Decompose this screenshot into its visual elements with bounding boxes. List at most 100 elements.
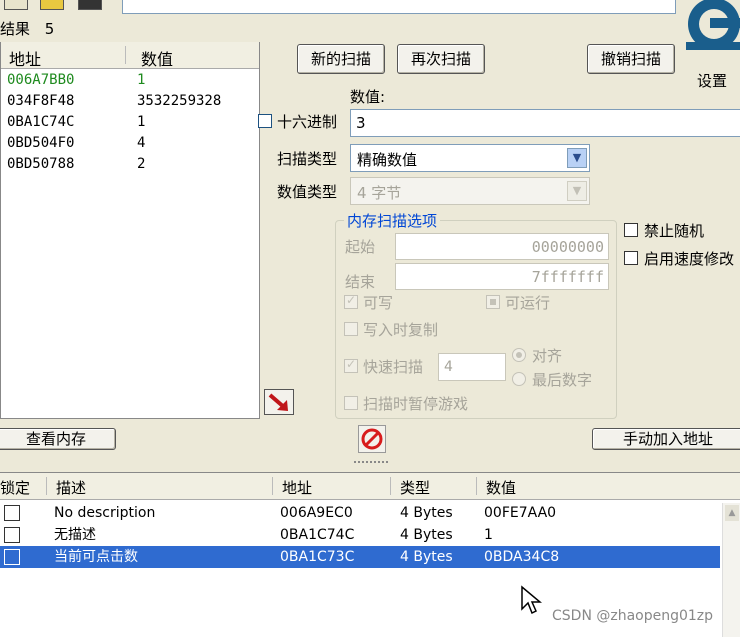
row-address: 006A9EC0 [280, 505, 353, 521]
value-type-value: 4 字节 [357, 184, 402, 202]
add-address-manually-button[interactable]: 手动加入地址 [592, 428, 740, 450]
freeze-checkbox[interactable] [4, 549, 20, 565]
watermark: CSDN @zhaopeng01zp [552, 608, 714, 624]
speedhack-checkbox[interactable] [624, 251, 638, 265]
header-description[interactable]: 描述 [56, 477, 86, 498]
pause-game-checkbox[interactable] [344, 396, 358, 410]
table-row-selected[interactable]: 当前可点击数 0BA1C73C 4 Bytes 0BDA34C8 [0, 546, 720, 568]
fast-scan-checkbox[interactable]: ✓ [344, 357, 358, 373]
table-row[interactable]: 无描述 0BA1C74C 4 Bytes 1 [0, 524, 720, 546]
row-value: 1 [484, 527, 493, 543]
results-list[interactable]: 地址 数值 006A7BB0 1 034F8F48 3532259328 0BA… [0, 42, 260, 419]
chevron-down-icon[interactable]: ▼ [567, 148, 587, 168]
settings-label[interactable]: 设置 [697, 70, 727, 91]
stop-address-value: 7fffffff [531, 268, 604, 286]
executable-label: 可运行 [505, 294, 551, 312]
last-digits-label: 最后数字 [532, 371, 593, 389]
fast-scan-label: 快速扫描 [363, 358, 424, 376]
pause-game-label: 扫描时暂停游戏 [363, 395, 469, 413]
writable-checkbox[interactable]: ✓ [344, 293, 358, 309]
splitter-handle[interactable] [354, 461, 388, 467]
value-type-label: 数值类型 [277, 183, 338, 201]
result-value: 3532259328 [137, 93, 222, 109]
row-type: 4 Bytes [400, 505, 453, 521]
stop-icon[interactable] [358, 425, 386, 453]
last-digits-radio[interactable] [512, 372, 526, 386]
process-name-field[interactable] [122, 0, 676, 14]
result-address: 0BD504F0 [7, 135, 75, 151]
row-type: 4 Bytes [400, 549, 453, 565]
row-description: No description [54, 505, 156, 521]
scan-type-select[interactable]: 精确数值 ▼ [350, 144, 590, 172]
header-address[interactable]: 地址 [282, 477, 312, 498]
memory-scan-options-title: 内存扫描选项 [344, 210, 441, 231]
row-description: 无描述 [54, 527, 96, 543]
hex-checkbox[interactable] [258, 114, 272, 128]
speedhack-label: 启用速度修改 [644, 250, 735, 268]
row-value: 00FE7AA0 [484, 505, 557, 521]
fast-scan-alignment-value: 4 [444, 359, 453, 375]
stop-label: 结束 [345, 273, 376, 291]
view-memory-button[interactable]: 查看内存 [0, 428, 116, 450]
mouse-cursor-icon [521, 585, 542, 615]
freeze-checkbox[interactable] [4, 505, 20, 521]
header-type[interactable]: 类型 [400, 477, 430, 498]
table-row[interactable]: No description 006A9EC0 4 Bytes 00FE7AA0 [0, 502, 720, 524]
value-label: 数值: [350, 88, 386, 106]
toolbar-icon-1[interactable] [4, 0, 28, 10]
stop-address-input[interactable]: 7fffffff [395, 263, 609, 290]
header-value[interactable]: 数值 [486, 477, 516, 498]
row-type: 4 Bytes [400, 527, 453, 543]
result-value: 2 [137, 156, 146, 172]
result-address: 006A7BB0 [7, 72, 75, 88]
header-freeze[interactable]: 锁定 [0, 477, 30, 498]
results-count-value: 5 [44, 20, 55, 38]
executable-checkbox[interactable] [486, 295, 500, 309]
result-address: 0BA1C74C [7, 114, 75, 130]
arrow-down-right-icon [268, 393, 288, 411]
result-value: 1 [137, 114, 146, 130]
row-description: 当前可点击数 [54, 549, 138, 565]
results-count: 结果 5 [0, 18, 54, 39]
scroll-up-icon[interactable]: ▲ [725, 505, 739, 521]
next-scan-button[interactable]: 再次扫描 [397, 44, 485, 74]
writable-label: 可写 [363, 294, 394, 312]
results-label: 结果 [0, 20, 31, 38]
results-header-address[interactable]: 地址 [9, 46, 41, 70]
value-type-select[interactable]: 4 字节 ▼ [350, 177, 590, 205]
toolbar-icon-2[interactable] [40, 0, 64, 10]
result-value: 1 [137, 72, 146, 88]
start-address-value: 00000000 [531, 238, 604, 256]
value-input-text: 3 [356, 114, 366, 132]
fast-scan-alignment-input[interactable]: 4 [438, 353, 506, 381]
result-value: 4 [137, 135, 146, 151]
toolbar-icon-3[interactable] [78, 0, 102, 10]
row-address: 0BA1C74C [280, 527, 355, 543]
copy-on-write-checkbox[interactable] [344, 322, 358, 336]
result-address: 034F8F48 [7, 93, 75, 109]
row-address: 0BA1C73C [280, 549, 355, 565]
new-scan-button[interactable]: 新的扫描 [297, 44, 385, 74]
results-list-header: 地址 数值 [1, 42, 259, 69]
start-label: 起始 [345, 238, 376, 256]
start-address-input[interactable]: 00000000 [395, 233, 609, 260]
scan-type-label: 扫描类型 [277, 150, 338, 168]
freeze-checkbox[interactable] [4, 527, 20, 543]
result-address: 0BD50788 [7, 156, 75, 172]
value-input[interactable]: 3 [350, 109, 740, 137]
results-header-value[interactable]: 数值 [141, 46, 173, 70]
chevron-down-icon[interactable]: ▼ [567, 181, 587, 201]
row-value: 0BDA34C8 [484, 549, 560, 565]
scan-type-value: 精确数值 [357, 151, 418, 169]
align-label: 对齐 [532, 347, 563, 365]
no-random-label: 禁止随机 [644, 222, 705, 240]
cheat-engine-logo[interactable] [680, 0, 740, 62]
add-to-list-arrow-button[interactable] [264, 389, 294, 415]
no-random-checkbox[interactable] [624, 223, 638, 237]
undo-scan-button[interactable]: 撤销扫描 [587, 44, 675, 74]
align-radio[interactable] [512, 348, 526, 362]
copy-on-write-label: 写入时复制 [363, 321, 439, 339]
address-list-scrollbar[interactable]: ▲ [722, 503, 740, 637]
address-list-header: 锁定 描述 地址 类型 数值 [0, 473, 740, 500]
hex-label: 十六进制 [277, 113, 338, 131]
